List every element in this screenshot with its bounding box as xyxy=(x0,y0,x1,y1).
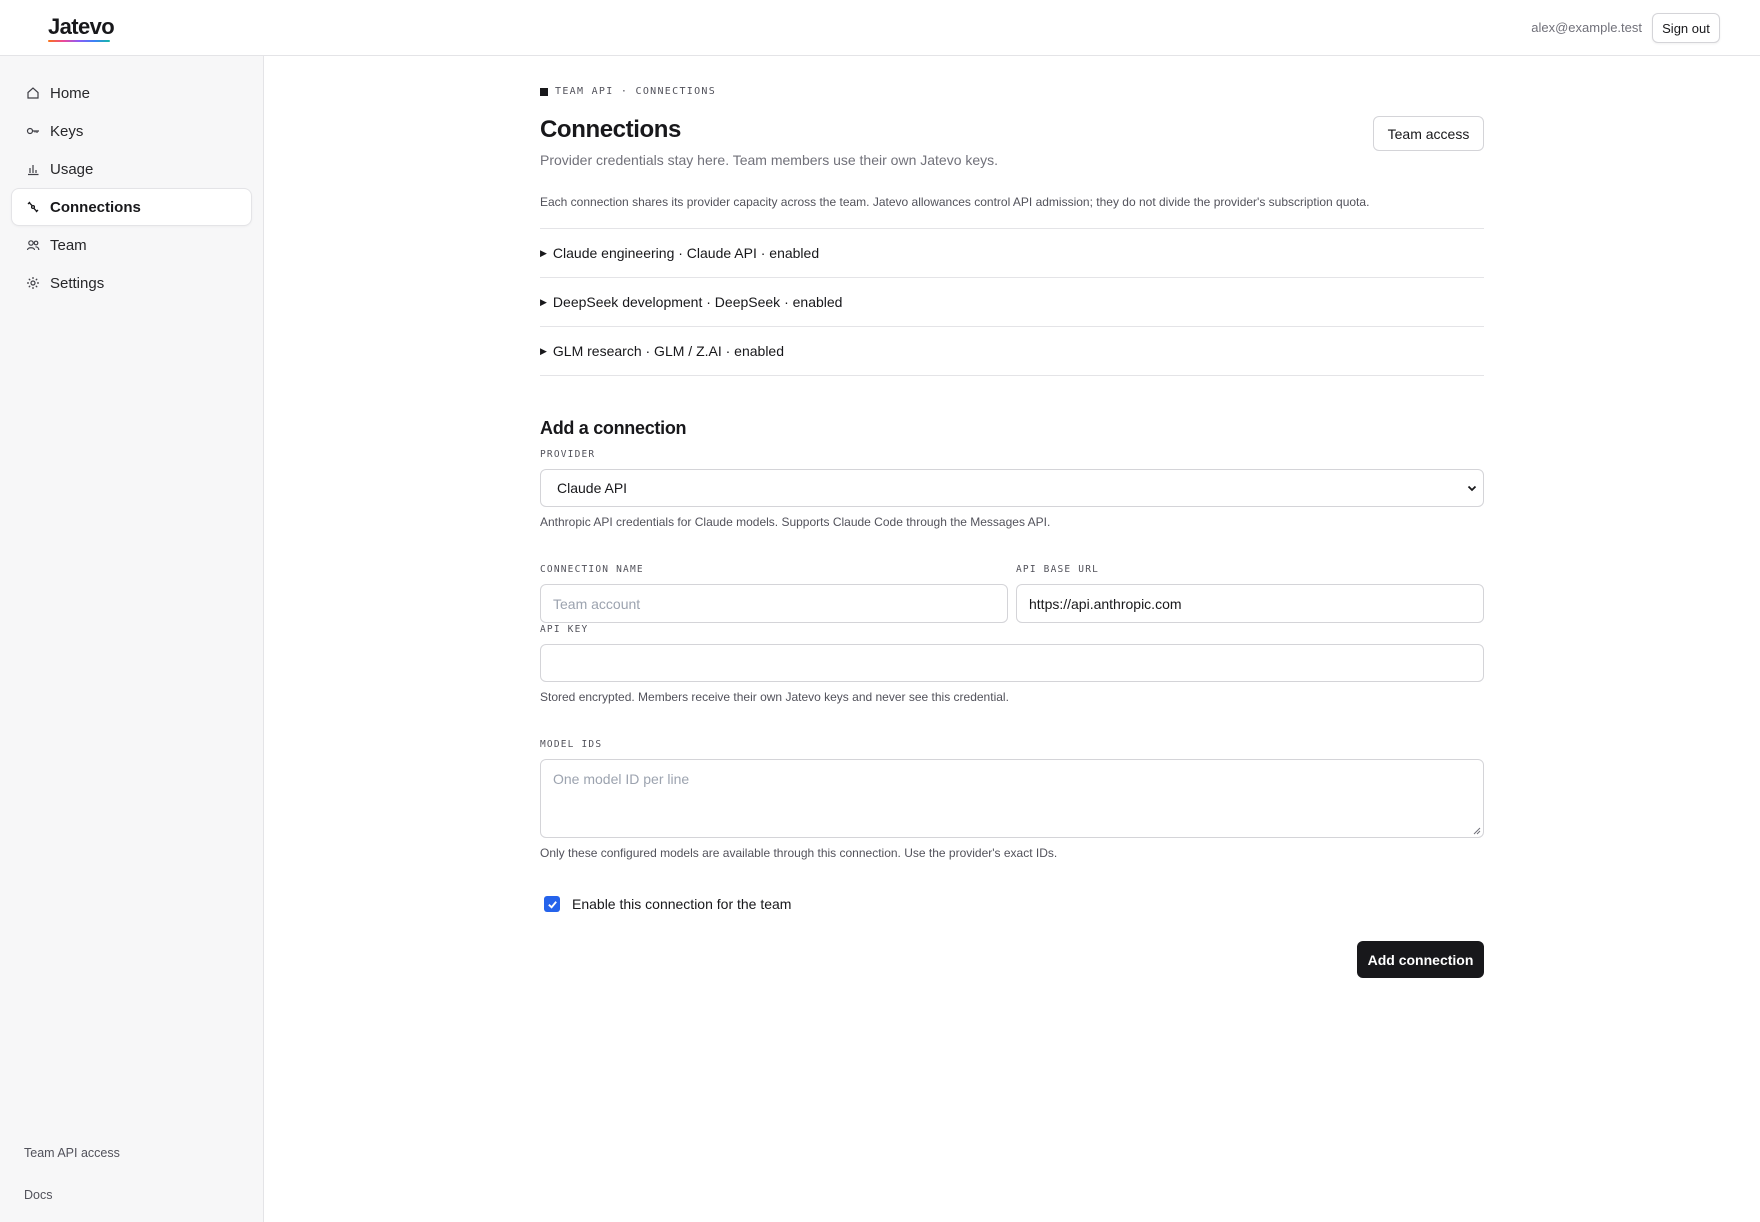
provider-select[interactable]: Claude API xyxy=(540,469,1484,507)
link-icon xyxy=(26,200,40,214)
sidebar-nav: Home Keys Usage Connections Team Setting… xyxy=(11,74,252,302)
sidebar-item-home[interactable]: Home xyxy=(11,74,252,112)
user-email: alex@example.test xyxy=(1531,20,1642,35)
disclosure-triangle-icon: ▶ xyxy=(540,247,547,258)
page-subtitle: Provider credentials stay here. Team mem… xyxy=(540,152,999,168)
bar-chart-icon xyxy=(26,162,40,176)
add-connection-title: Add a connection xyxy=(540,418,687,438)
sidebar-item-label: Home xyxy=(50,84,91,102)
team-access-button[interactable]: Team access xyxy=(1373,116,1484,151)
disclosure-triangle-icon: ▶ xyxy=(540,345,547,356)
api-key-input[interactable] xyxy=(540,644,1484,682)
page-title: Connections xyxy=(540,116,681,143)
add-connection-button[interactable]: Add connection xyxy=(1357,941,1484,978)
connection-summary: DeepSeek development · DeepSeek · enable… xyxy=(552,294,843,310)
home-icon xyxy=(26,86,40,100)
breadcrumb: TEAM API · CONNECTIONS xyxy=(540,86,716,97)
connection-name-label: CONNECTION NAME xyxy=(540,564,644,575)
chevron-down-icon xyxy=(1467,485,1477,492)
provider-label: PROVIDER xyxy=(540,449,596,460)
sidebar-item-connections[interactable]: Connections xyxy=(11,188,252,226)
key-icon xyxy=(26,124,40,138)
api-key-help: Stored encrypted. Members receive their … xyxy=(540,690,1009,704)
connection-summary: Claude engineering · Claude API · enable… xyxy=(552,245,820,261)
enable-connection-label: Enable this connection for the team xyxy=(572,896,792,912)
resize-handle-icon[interactable] xyxy=(1473,827,1481,835)
sidebar-item-label: Settings xyxy=(50,274,105,292)
sidebar-item-label: Keys xyxy=(50,122,84,140)
sidebar-item-label: Connections xyxy=(50,198,141,216)
connection-summary: GLM research · GLM / Z.AI · enabled xyxy=(552,343,785,359)
sign-out-button[interactable]: Sign out xyxy=(1652,13,1720,43)
logo[interactable]: Jatevo xyxy=(48,14,115,40)
breadcrumb-text: TEAM API · CONNECTIONS xyxy=(555,86,717,97)
provider-help: Anthropic API credentials for Claude mod… xyxy=(540,515,1051,529)
users-icon xyxy=(26,238,40,252)
model-ids-label: MODEL IDS xyxy=(540,739,603,750)
connection-name-input[interactable]: Team account xyxy=(540,584,1008,623)
api-base-url-input[interactable]: https://api.anthropic.com xyxy=(1016,584,1484,623)
docs-link[interactable]: Docs xyxy=(24,1188,52,1202)
sidebar: Home Keys Usage Connections Team Setting… xyxy=(0,56,264,1222)
model-ids-help: Only these configured models are availab… xyxy=(540,846,1058,860)
sidebar-item-label: Usage xyxy=(50,160,94,178)
square-icon xyxy=(540,87,548,96)
connection-row[interactable]: ▶ GLM research · GLM / Z.AI · enabled xyxy=(540,327,1484,376)
model-ids-placeholder: One model ID per line xyxy=(553,771,690,787)
api-key-label: API KEY xyxy=(540,624,589,635)
disclosure-triangle-icon: ▶ xyxy=(540,296,547,307)
enable-connection-checkbox-row[interactable]: Enable this connection for the team xyxy=(544,896,791,912)
capacity-note: Each connection shares its provider capa… xyxy=(540,195,1370,209)
enable-connection-checkbox[interactable] xyxy=(544,896,560,912)
sidebar-item-settings[interactable]: Settings xyxy=(11,264,252,302)
gear-icon xyxy=(26,276,40,290)
sidebar-item-usage[interactable]: Usage xyxy=(11,150,252,188)
connections-list: ▶ Claude engineering · Claude API · enab… xyxy=(540,228,1484,376)
top-bar: Jatevo alex@example.test Sign out xyxy=(0,0,1760,56)
logo-underline xyxy=(48,40,110,42)
sidebar-item-label: Team xyxy=(50,236,87,254)
connection-row[interactable]: ▶ DeepSeek development · DeepSeek · enab… xyxy=(540,278,1484,327)
sidebar-item-team[interactable]: Team xyxy=(11,226,252,264)
connection-row[interactable]: ▶ Claude engineering · Claude API · enab… xyxy=(540,229,1484,278)
api-base-url-label: API BASE URL xyxy=(1016,564,1100,575)
team-api-access-link[interactable]: Team API access xyxy=(24,1146,120,1160)
model-ids-textarea[interactable]: One model ID per line xyxy=(540,759,1484,838)
sidebar-item-keys[interactable]: Keys xyxy=(11,112,252,150)
provider-value: Claude API xyxy=(557,480,628,496)
